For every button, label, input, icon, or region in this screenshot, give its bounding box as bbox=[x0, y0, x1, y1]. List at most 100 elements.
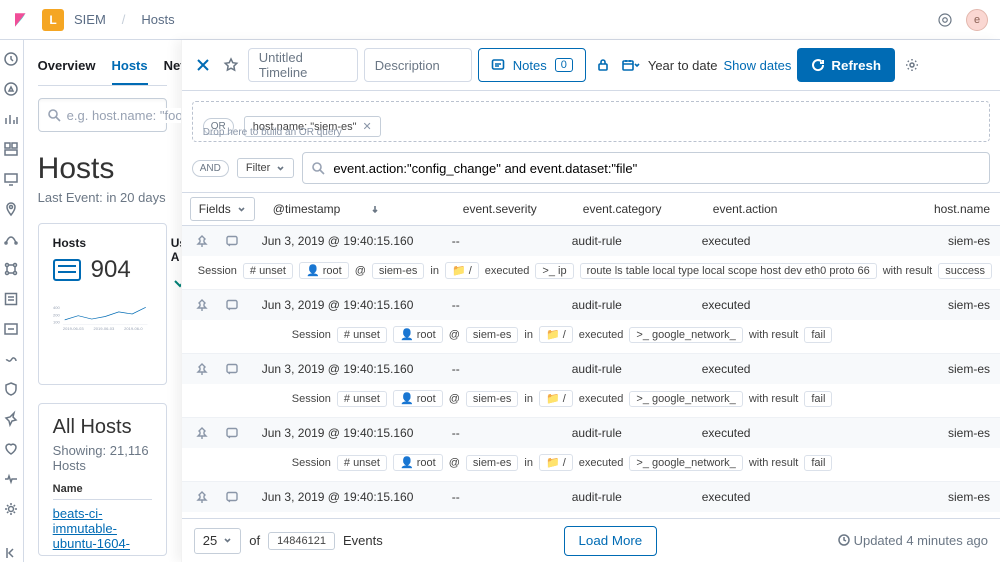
host-row-link[interactable]: beats-ci-immutable-ubuntu-1604- bbox=[53, 506, 130, 551]
remove-filter-icon[interactable]: ✕ bbox=[363, 120, 372, 133]
row-detail: Session# unset👤 root@siem-esin📁 /execute… bbox=[182, 448, 1000, 481]
note-icon[interactable] bbox=[225, 426, 239, 440]
tab-network[interactable]: Network bbox=[164, 48, 181, 85]
nav-monitoring-icon[interactable] bbox=[2, 440, 20, 458]
chevron-down-icon bbox=[223, 536, 232, 545]
nav-discover-icon[interactable] bbox=[2, 80, 20, 98]
pin-icon[interactable] bbox=[195, 234, 209, 248]
cell-category: audit-rule bbox=[562, 362, 692, 376]
space-badge[interactable]: L bbox=[42, 9, 64, 31]
cell-hostname: siem-es bbox=[817, 362, 1000, 376]
nav-canvas-icon[interactable] bbox=[2, 170, 20, 188]
cell-severity: -- bbox=[442, 362, 562, 376]
col-category[interactable]: event.category bbox=[573, 202, 703, 216]
all-hosts-title: All Hosts bbox=[53, 416, 152, 439]
cell-timestamp: Jun 3, 2019 @ 19:40:15.160 bbox=[252, 490, 442, 504]
notes-icon bbox=[491, 58, 505, 72]
note-icon[interactable] bbox=[225, 234, 239, 248]
page-title: Hosts bbox=[38, 152, 167, 186]
nav-devtools-icon[interactable] bbox=[2, 410, 20, 428]
load-more-button[interactable]: Load More bbox=[564, 526, 658, 556]
nav-heartbeat-icon[interactable] bbox=[2, 470, 20, 488]
calendar-icon[interactable] bbox=[620, 54, 642, 76]
nav-management-icon[interactable] bbox=[2, 500, 20, 518]
kql-input[interactable] bbox=[67, 108, 181, 123]
svg-text:2019-06-03: 2019-06-03 bbox=[93, 326, 114, 331]
pin-icon[interactable] bbox=[195, 298, 209, 312]
row-detail: Session# unset👤 root@siem-esin📁 /execute… bbox=[182, 320, 1000, 353]
fields-button[interactable]: Fields bbox=[190, 197, 255, 221]
pin-icon[interactable] bbox=[195, 426, 209, 440]
cell-severity: -- bbox=[442, 298, 562, 312]
table-footer: 25 of 14846121 Events Load More Updated … bbox=[182, 518, 1000, 562]
filter-button[interactable]: Filter bbox=[237, 158, 294, 178]
cell-severity: -- bbox=[442, 234, 562, 248]
cell-hostname: siem-es bbox=[817, 234, 1000, 248]
cell-hostname: siem-es bbox=[817, 490, 1000, 504]
note-icon[interactable] bbox=[225, 298, 239, 312]
cell-category: audit-rule bbox=[562, 490, 692, 504]
nav-siem-icon[interactable] bbox=[2, 380, 20, 398]
nav-uptime-icon[interactable] bbox=[2, 350, 20, 368]
hosts-stat-label: Hosts bbox=[53, 236, 131, 250]
gear-icon[interactable] bbox=[901, 54, 923, 76]
nav-infra-icon[interactable] bbox=[2, 260, 20, 278]
table-header: Fields @timestamp event.severity event.c… bbox=[182, 192, 1000, 226]
cell-timestamp: Jun 3, 2019 @ 19:40:15.160 bbox=[252, 426, 442, 440]
pin-icon[interactable] bbox=[195, 362, 209, 376]
table-body: Jun 3, 2019 @ 19:40:15.160--audit-ruleex… bbox=[182, 226, 1000, 518]
nav-apm-icon[interactable] bbox=[2, 320, 20, 338]
timeline-title-input[interactable]: Untitled Timeline bbox=[248, 48, 358, 82]
timeline-query-input[interactable] bbox=[302, 152, 990, 184]
timeline-query-field[interactable] bbox=[333, 161, 981, 176]
notes-button[interactable]: Notes 0 bbox=[478, 48, 586, 82]
col-timestamp[interactable]: @timestamp bbox=[273, 202, 341, 216]
cell-hostname: siem-es bbox=[817, 426, 1000, 440]
breadcrumb-app[interactable]: SIEM bbox=[74, 12, 106, 27]
col-hostname[interactable]: host.name bbox=[828, 202, 1000, 216]
pin-icon[interactable] bbox=[195, 490, 209, 504]
hosts-page: Overview Hosts Network Timelin... Hosts … bbox=[24, 40, 181, 562]
close-icon[interactable] bbox=[192, 54, 214, 76]
date-range-label: Year to date bbox=[648, 58, 718, 73]
nav-dashboard-icon[interactable] bbox=[2, 140, 20, 158]
all-hosts-col-name: Name bbox=[53, 483, 152, 500]
star-icon[interactable] bbox=[220, 54, 242, 76]
cell-action: executed bbox=[692, 490, 817, 504]
page-tabs: Overview Hosts Network Timelin... bbox=[38, 48, 167, 86]
sort-desc-icon[interactable] bbox=[370, 204, 380, 214]
cell-severity: -- bbox=[442, 490, 562, 504]
nav-logs-icon[interactable] bbox=[2, 290, 20, 308]
clock-icon bbox=[838, 534, 850, 546]
news-icon[interactable] bbox=[934, 9, 956, 31]
note-icon[interactable] bbox=[225, 362, 239, 376]
timeline-desc-input[interactable]: Description bbox=[364, 48, 472, 82]
tab-overview[interactable]: Overview bbox=[38, 48, 96, 85]
tab-hosts[interactable]: Hosts bbox=[112, 48, 148, 85]
show-dates-link[interactable]: Show dates bbox=[723, 58, 791, 73]
page-size-select[interactable]: 25 bbox=[194, 528, 241, 554]
col-action[interactable]: event.action bbox=[703, 202, 828, 216]
nav-ml-icon[interactable] bbox=[2, 230, 20, 248]
kibana-logo-icon[interactable] bbox=[12, 10, 32, 30]
nav-recent-icon[interactable] bbox=[2, 50, 20, 68]
chevron-down-icon bbox=[237, 205, 246, 214]
chevron-down-icon bbox=[276, 164, 285, 173]
hosts-stat-value: 904 bbox=[91, 256, 131, 284]
nav-visualize-icon[interactable] bbox=[2, 110, 20, 128]
col-severity[interactable]: event.severity bbox=[453, 202, 573, 216]
nav-maps-icon[interactable] bbox=[2, 200, 20, 218]
kql-search[interactable] bbox=[38, 98, 167, 132]
note-icon[interactable] bbox=[225, 490, 239, 504]
drop-hint: Drop here to build an OR query bbox=[203, 127, 342, 138]
updated-label: Updated 4 minutes ago bbox=[838, 533, 988, 548]
refresh-button[interactable]: Refresh bbox=[797, 48, 895, 82]
timeline-flyout: Untitled Timeline Description Notes 0 Ye… bbox=[181, 40, 1000, 562]
lock-icon[interactable] bbox=[592, 54, 614, 76]
user-avatar[interactable]: e bbox=[966, 9, 988, 31]
nav-collapse-icon[interactable] bbox=[2, 544, 20, 562]
top-bar: L SIEM / Hosts e bbox=[0, 0, 1000, 40]
cell-severity: -- bbox=[442, 426, 562, 440]
or-drop-zone[interactable]: OR host.name: "siem-es"✕ Drop here to bu… bbox=[192, 101, 990, 142]
cell-hostname: siem-es bbox=[817, 298, 1000, 312]
